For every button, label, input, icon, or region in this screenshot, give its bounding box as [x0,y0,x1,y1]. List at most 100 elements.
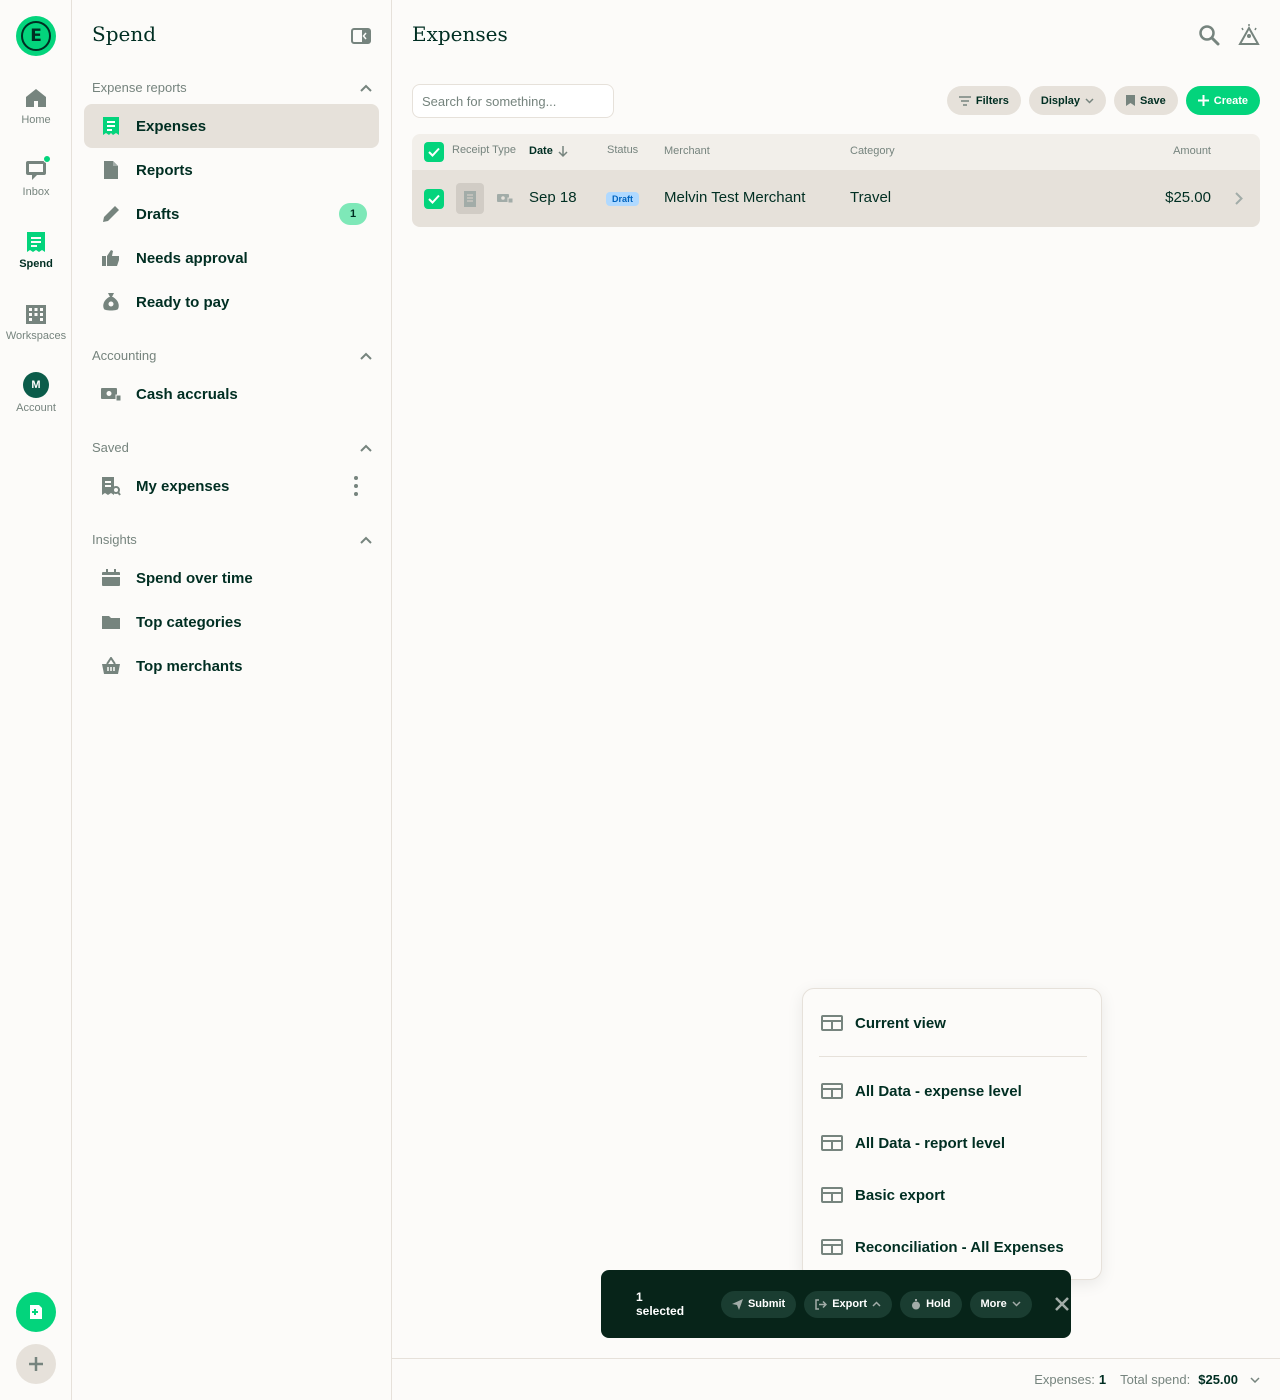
rail-label: Workspaces [5,330,67,342]
table-row[interactable]: Sep 18 Draft Melvin Test Merchant Travel… [412,170,1260,227]
more-options-icon[interactable] [353,476,359,496]
header-merchant[interactable]: Merchant [664,145,710,157]
more-button[interactable]: More [969,1290,1032,1318]
rail-item-inbox[interactable]: Inbox [0,155,72,198]
chevron-right-icon [1235,192,1243,205]
hold-label: Hold [926,1298,951,1310]
sidebar-item-label: Expenses [136,117,207,135]
sidebar-item-label: Needs approval [136,249,248,267]
search-icon[interactable] [1198,24,1220,46]
section-header-saved[interactable]: Saved [92,440,372,455]
section-header-accounting[interactable]: Accounting [92,348,372,363]
receipt-thumbnail[interactable] [456,183,484,214]
row-checkbox[interactable] [424,189,444,209]
sidebar-title: Spend [92,22,157,46]
table-header: Receipt Type Date Status Merchant Catego… [412,134,1260,170]
section-title: Saved [92,440,129,455]
main-content: Expenses Filters Display Save Create [392,0,1280,1400]
drafts-count-badge: 1 [339,203,367,225]
rail-item-spend[interactable]: Spend [0,230,72,270]
sidebar-item-drafts[interactable]: Drafts 1 [84,192,379,236]
sidebar-item-cash-accruals[interactable]: Cash accruals [84,372,379,416]
receipt-search-icon [100,475,122,497]
sidebar-item-ready-to-pay[interactable]: Ready to pay [84,280,379,324]
chevron-up-icon [872,1301,881,1307]
search-input[interactable] [412,84,614,118]
section-header-insights[interactable]: Insights [92,532,372,547]
export-option-reconciliation[interactable]: Reconciliation - All Expenses [821,1225,1085,1269]
header-status[interactable]: Status [607,144,638,156]
stopwatch-icon [912,1298,921,1309]
expensify-logo[interactable]: E [16,16,56,56]
sidebar-item-reports[interactable]: Reports [84,148,379,192]
export-button[interactable]: Export [804,1290,893,1318]
spend-sidebar: Spend Expense reports Expenses Reports D… [72,0,392,1400]
select-all-checkbox[interactable] [424,142,444,162]
cash-icon [497,194,513,204]
header-category[interactable]: Category [850,145,895,157]
export-option-current-view[interactable]: Current view [821,1001,1085,1045]
save-label: Save [1140,94,1166,107]
collapse-sidebar-icon[interactable] [351,28,371,44]
thumbs-up-icon [100,247,122,269]
save-search-button[interactable]: Save [1114,86,1178,115]
export-option-label: All Data - expense level [855,1082,1022,1100]
header-receipt-type[interactable]: Receipt Type [452,144,516,156]
filters-button[interactable]: Filters [946,86,1021,115]
display-button[interactable]: Display [1028,86,1107,115]
submit-button[interactable]: Submit [720,1290,797,1318]
header-amount[interactable]: Amount [1173,145,1211,157]
sidebar-item-label: Cash accruals [136,385,238,403]
sidebar-item-my-expenses[interactable]: My expenses [84,464,379,508]
rail-item-home[interactable]: Home [0,86,72,126]
export-option-label: All Data - report level [855,1134,1006,1152]
row-merchant: Melvin Test Merchant [664,189,806,206]
sidebar-item-expenses[interactable]: Expenses [84,104,379,148]
add-button[interactable] [16,1344,56,1384]
export-label: Export [832,1298,868,1310]
sidebar-item-top-categories[interactable]: Top categories [84,600,379,644]
document-icon [100,159,122,181]
bookmark-icon [1126,95,1136,106]
receipt-icon [24,230,48,254]
close-icon[interactable] [1054,1294,1071,1314]
sidebar-item-spend-over-time[interactable]: Spend over time [84,556,379,600]
sidebar-item-top-merchants[interactable]: Top merchants [84,644,379,688]
header-date[interactable]: Date [529,145,553,157]
create-button[interactable]: Create [1185,86,1260,115]
bulk-action-bar: 1 selected Submit Export Hold More [601,1270,1071,1338]
logo-letter: E [21,21,51,51]
concierge-icon[interactable] [1238,24,1260,46]
quick-action-button[interactable] [16,1292,56,1332]
sidebar-item-label: Reports [136,161,193,179]
export-option-basic[interactable]: Basic export [821,1173,1085,1217]
section-header-expense-reports[interactable]: Expense reports [92,80,372,95]
checkmark-icon [428,147,440,157]
receipt-icon [100,115,122,137]
rail-item-account[interactable]: M Account [0,372,72,414]
table-icon [821,1239,843,1255]
sidebar-item-label: Ready to pay [136,293,230,311]
submit-label: Submit [747,1298,786,1310]
sidebar-item-needs-approval[interactable]: Needs approval [84,236,379,280]
rail-label: Account [16,402,56,414]
export-option-label: Basic export [855,1186,946,1204]
avatar: M [23,372,49,398]
export-option-label: Current view [855,1014,946,1032]
export-icon [815,1298,828,1310]
chevron-down-icon[interactable] [1250,1376,1260,1383]
rail-item-workspaces[interactable]: Workspaces [0,302,72,342]
export-option-expense-level[interactable]: All Data - expense level [821,1069,1085,1113]
create-label: Create [1213,94,1248,107]
hold-button[interactable]: Hold [900,1290,962,1318]
expenses-table: Receipt Type Date Status Merchant Catego… [412,134,1260,227]
section-title: Expense reports [92,80,187,95]
export-menu: Current view All Data - expense level Al… [802,988,1102,1280]
sidebar-item-label: My expenses [136,477,230,495]
export-option-label: Reconciliation - All Expenses [855,1238,1064,1256]
table-icon [821,1135,843,1151]
checkmark-icon [428,194,440,204]
export-option-report-level[interactable]: All Data - report level [821,1121,1085,1165]
sort-down-icon [558,146,568,158]
row-date: Sep 18 [529,189,577,206]
